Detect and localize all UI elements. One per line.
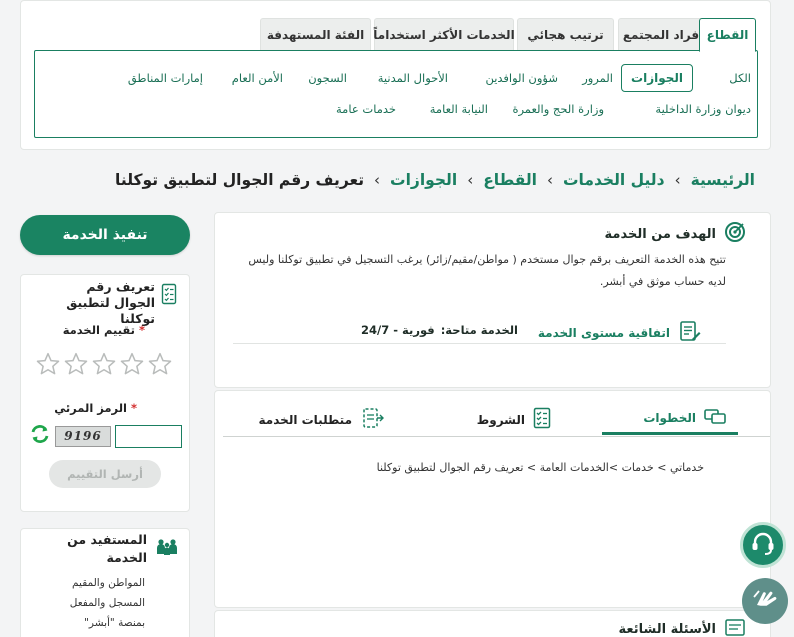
star-icon[interactable] — [119, 351, 145, 377]
goal-header: الهدف من الخدمة — [605, 221, 746, 247]
beneficiary-title: المستفيد من الخدمة — [67, 532, 147, 565]
tab-alphabetical[interactable]: ترتيب هجائي — [517, 18, 614, 51]
goal-title: الهدف من الخدمة — [604, 226, 716, 242]
checklist-icon — [533, 407, 551, 433]
steps-icon — [704, 407, 726, 429]
star-icon[interactable] — [63, 351, 89, 377]
sector-item-civil-affairs[interactable]: الأحوال المدنية — [378, 71, 448, 85]
beneficiary-text: المواطن والمقيم المسجل والمفعل بمنصة "أب… — [69, 577, 145, 629]
breadcrumb-separator: › — [674, 171, 681, 189]
sector-item-traffic[interactable]: المرور — [582, 71, 613, 85]
availability-value: فورية - 24/7 — [361, 323, 435, 337]
sector-item-expatriates[interactable]: شؤون الوافدين — [485, 71, 558, 85]
star-icon[interactable] — [147, 351, 173, 377]
service-name: تعريف رقم الجوال لتطبيق توكلنا — [66, 279, 155, 326]
active-tab-indicator — [602, 432, 738, 435]
service-goal-card: الهدف من الخدمة تتيح هذه الخدمة التعريف … — [214, 212, 771, 388]
sla-label: اتفاقية مستوى الخدمة — [537, 326, 670, 340]
breadcrumb-separator: › — [374, 171, 381, 189]
tab-conditions[interactable]: الشروط — [477, 407, 551, 433]
breadcrumb-separator: › — [546, 171, 553, 189]
execute-service-button[interactable]: تنفيذ الخدمة — [20, 215, 190, 255]
steps-path: خدماتي > خدمات >الخدمات العامة > تعريف ر… — [376, 461, 704, 474]
sign-language-icon — [751, 585, 779, 617]
captcha-label-row: * الرمز المرئي — [54, 401, 137, 415]
availability-label: الخدمة متاحة: — [440, 323, 518, 337]
goal-description: تتيح هذه الخدمة التعريف برقم جوال مستخدم… — [248, 253, 726, 288]
tab-requirements-label: متطلبات الخدمة — [258, 413, 352, 427]
sector-item-hajj-umrah[interactable]: وزارة الحج والعمرة — [512, 102, 604, 116]
tab-most-used[interactable]: الخدمات الأكثر استخداماً — [373, 18, 515, 51]
sector-item-public-security[interactable]: الأمن العام — [232, 71, 283, 85]
captcha-input[interactable] — [115, 424, 182, 448]
availability: الخدمة متاحة: فورية - 24/7 — [361, 323, 518, 337]
beneficiary-card: المستفيد من الخدمة المواطن والمقيم المسج… — [20, 528, 190, 637]
tabs-divider — [223, 436, 770, 437]
sector-item-all[interactable]: الكل — [729, 71, 751, 85]
faq-title: الأسئلة الشائعة — [618, 621, 717, 637]
people-icon — [155, 537, 179, 561]
headset-icon — [749, 529, 777, 561]
target-icon — [724, 221, 746, 247]
rating-label: تقييم الخدمة — [62, 323, 135, 337]
faq-icon — [724, 617, 746, 637]
support-chat-button[interactable] — [740, 522, 786, 568]
sector-item-general-services[interactable]: خدمات عامة — [336, 102, 396, 116]
tab-conditions-label: الشروط — [476, 413, 525, 427]
star-icon[interactable] — [91, 351, 117, 377]
required-mark: * — [138, 323, 145, 337]
service-details-card: الخطوات الشروط متطلبات الخدمة خدماتي > خ… — [214, 390, 771, 608]
sector-item-public-prosecution[interactable]: النيابة العامة — [430, 102, 488, 116]
breadcrumb-sector[interactable]: القطاع — [483, 171, 537, 189]
star-icon[interactable] — [35, 351, 61, 377]
captcha-row: 9196 — [29, 423, 182, 449]
requirements-icon — [360, 407, 384, 433]
tab-steps[interactable]: الخطوات — [643, 407, 726, 429]
star-rating[interactable] — [35, 351, 173, 377]
send-rating-button[interactable]: أرسل التقييم — [49, 460, 161, 488]
captcha-label: الرمز المرئي — [54, 401, 127, 415]
divider — [233, 343, 726, 344]
breadcrumb-current: تعريف رقم الجوال لتطبيق توكلنا — [115, 171, 365, 189]
sector-item-emirates[interactable]: إمارات المناطق — [128, 71, 203, 85]
rating-card: تعريف رقم الجوال لتطبيق توكلنا * تقييم ا… — [20, 274, 190, 512]
breadcrumb-home[interactable]: الرئيسية — [691, 171, 755, 189]
breadcrumb: الرئيسية › دليل الخدمات › القطاع › الجوا… — [115, 171, 755, 189]
sector-filter-card: القطاع أفراد المجتمع ترتيب هجائي الخدمات… — [20, 0, 771, 150]
rating-card-header: تعريف رقم الجوال لتطبيق توكلنا — [55, 279, 177, 327]
faq-card: الأسئلة الشائعة — [214, 610, 771, 637]
checklist-icon — [161, 283, 177, 309]
beneficiary-header: المستفيد من الخدمة — [61, 531, 179, 567]
tab-requirements[interactable]: متطلبات الخدمة — [259, 407, 384, 433]
breadcrumb-passports[interactable]: الجوازات — [390, 171, 457, 189]
tab-community-members[interactable]: أفراد المجتمع — [618, 18, 708, 51]
breadcrumb-separator: › — [467, 171, 474, 189]
captcha-image: 9196 — [55, 425, 111, 447]
tab-target-group[interactable]: الفئة المستهدفة — [260, 18, 371, 51]
required-mark: * — [130, 401, 137, 415]
sector-item-moi-diwan[interactable]: ديوان وزارة الداخلية — [655, 102, 751, 116]
rating-label-row: * تقييم الخدمة — [63, 323, 145, 337]
breadcrumb-services-guide[interactable]: دليل الخدمات — [563, 171, 665, 189]
sector-item-passports[interactable]: الجوازات — [621, 64, 693, 92]
sign-language-button[interactable] — [742, 578, 788, 624]
sector-item-prisons[interactable]: السجون — [308, 71, 347, 85]
faq-header[interactable]: الأسئلة الشائعة — [619, 617, 747, 637]
tab-sector[interactable]: القطاع — [699, 18, 756, 52]
tab-steps-label: الخطوات — [643, 411, 696, 425]
refresh-icon[interactable] — [29, 423, 51, 449]
sector-list: الكل الجوازات المرور شؤون الوافدين الأحو… — [34, 50, 758, 138]
